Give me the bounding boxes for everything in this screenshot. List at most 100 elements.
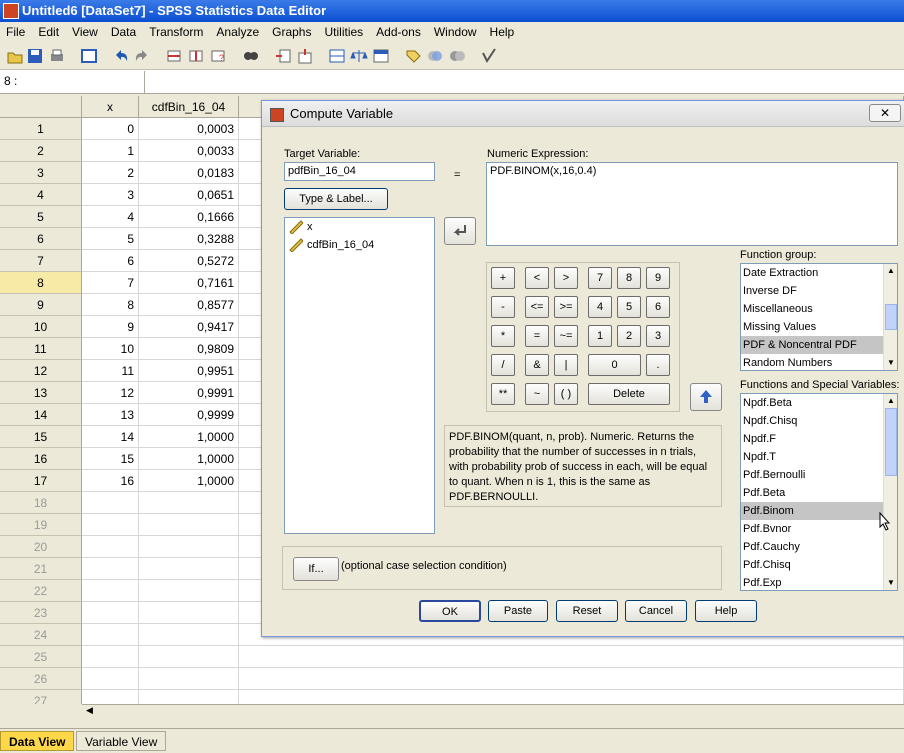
functions-scrollbar[interactable]: ▲ ▼ [883,394,897,590]
table-cell-x[interactable] [82,580,139,602]
table-cell-x[interactable]: 11 [82,360,139,382]
row-header[interactable]: 15 [0,426,82,448]
table-cell-cdfbin[interactable] [139,690,239,704]
key-4[interactable]: 4 [588,296,612,318]
table-cell-cdfbin[interactable]: 0,5272 [139,250,239,272]
menu-help[interactable]: Help [490,25,515,39]
scroll-down-icon[interactable]: ▼ [885,357,897,369]
row-header[interactable]: 4 [0,184,82,206]
row-header[interactable]: 1 [0,118,82,140]
function-group-item[interactable]: Random Numbers [741,354,897,370]
table-cell-cdfbin[interactable]: 0,9999 [139,404,239,426]
function-group-item[interactable]: Date Extraction [741,264,897,282]
table-cell-cdfbin[interactable]: 1,0000 [139,426,239,448]
move-to-expression-button[interactable] [444,217,476,245]
row-header[interactable]: 2 [0,140,82,162]
variable-list[interactable]: x cdfBin_16_04 [284,217,435,534]
function-item[interactable]: Pdf.Exp [741,574,897,590]
row-header[interactable]: 22 [0,580,82,602]
select-cases-icon[interactable] [372,47,390,65]
key-multiply[interactable]: * [491,325,515,347]
table-cell-x[interactable]: 9 [82,316,139,338]
row-header[interactable]: 3 [0,162,82,184]
key-less-than[interactable]: < [525,267,549,289]
cancel-button[interactable]: Cancel [625,600,687,622]
split-file-icon[interactable] [328,47,346,65]
table-cell-x[interactable]: 1 [82,140,139,162]
table-cell-x[interactable] [82,646,139,668]
table-cell-x[interactable] [82,624,139,646]
function-item[interactable]: Npdf.Beta [741,394,897,412]
table-cell-cdfbin[interactable]: 0,0183 [139,162,239,184]
row-header[interactable]: 7 [0,250,82,272]
ok-button[interactable]: OK [419,600,481,622]
row-header[interactable]: 12 [0,360,82,382]
scroll-left-icon[interactable]: ◀ [86,705,93,716]
table-cell-cdfbin[interactable]: 0,1666 [139,206,239,228]
paste-button[interactable]: Paste [488,600,548,622]
table-cell-cdfbin[interactable] [139,668,239,690]
key-not-equal[interactable]: ~= [554,325,578,347]
dialog-recall-icon[interactable] [80,47,98,65]
tab-data-view[interactable]: Data View [0,731,75,751]
scroll-thumb[interactable] [885,304,897,330]
redo-icon[interactable] [133,47,151,65]
table-cell-empty[interactable] [239,668,904,690]
table-cell-x[interactable]: 13 [82,404,139,426]
row-header[interactable]: 19 [0,514,82,536]
weight-cases-icon[interactable] [350,47,368,65]
reset-button[interactable]: Reset [556,600,618,622]
row-header[interactable]: 21 [0,558,82,580]
table-cell-cdfbin[interactable]: 0,9991 [139,382,239,404]
table-cell-cdfbin[interactable] [139,492,239,514]
close-button[interactable]: ✕ [869,104,901,122]
column-header-cdfbin[interactable]: cdfBin_16_04 [139,96,239,118]
table-cell-cdfbin[interactable] [139,514,239,536]
row-header[interactable]: 13 [0,382,82,404]
function-item[interactable]: Npdf.T [741,448,897,466]
find-icon[interactable] [242,47,260,65]
key-1[interactable]: 1 [588,325,612,347]
menu-edit[interactable]: Edit [38,25,59,39]
key-less-equal[interactable]: <= [525,296,549,318]
key-not[interactable]: ~ [525,383,549,405]
row-header[interactable]: 27 [0,690,82,704]
function-group-item[interactable]: Missing Values [741,318,897,336]
value-labels-icon[interactable] [404,47,422,65]
key-9[interactable]: 9 [646,267,670,289]
function-item-selected[interactable]: Pdf.Binom [741,502,897,520]
table-cell-cdfbin[interactable]: 0,3288 [139,228,239,250]
row-header[interactable]: 16 [0,448,82,470]
numeric-expression-input[interactable]: PDF.BINOM(x,16,0.4) [486,162,898,246]
menu-transform[interactable]: Transform [149,25,203,39]
show-all-variables-icon[interactable] [448,47,466,65]
horizontal-scrollbar[interactable]: ◀ [82,704,904,718]
row-header[interactable]: 9 [0,294,82,316]
function-group-item[interactable]: Inverse DF [741,282,897,300]
key-plus[interactable]: + [491,267,515,289]
function-item[interactable]: Npdf.F [741,430,897,448]
table-cell-x[interactable]: 15 [82,448,139,470]
table-cell-empty[interactable] [239,646,904,668]
key-greater-equal[interactable]: >= [554,296,578,318]
if-button[interactable]: If... [293,557,339,581]
row-header[interactable]: 6 [0,228,82,250]
row-header[interactable]: 24 [0,624,82,646]
function-group-item[interactable]: Miscellaneous [741,300,897,318]
row-header[interactable]: 17 [0,470,82,492]
scroll-down-icon[interactable]: ▼ [885,577,897,589]
table-cell-cdfbin[interactable] [139,646,239,668]
key-6[interactable]: 6 [646,296,670,318]
column-header-x[interactable]: x [82,96,139,118]
help-button[interactable]: Help [695,600,757,622]
key-delete[interactable]: Delete [588,383,670,405]
use-sets-icon[interactable] [426,47,444,65]
table-cell-cdfbin[interactable]: 0,0651 [139,184,239,206]
target-variable-input[interactable]: pdfBin_16_04 [284,162,435,181]
menu-file[interactable]: File [6,25,25,39]
row-header[interactable]: 25 [0,646,82,668]
table-cell-cdfbin[interactable]: 0,0003 [139,118,239,140]
spell-check-icon[interactable] [480,47,498,65]
menu-addons[interactable]: Add-ons [376,25,421,39]
key-parentheses[interactable]: ( ) [554,383,578,405]
